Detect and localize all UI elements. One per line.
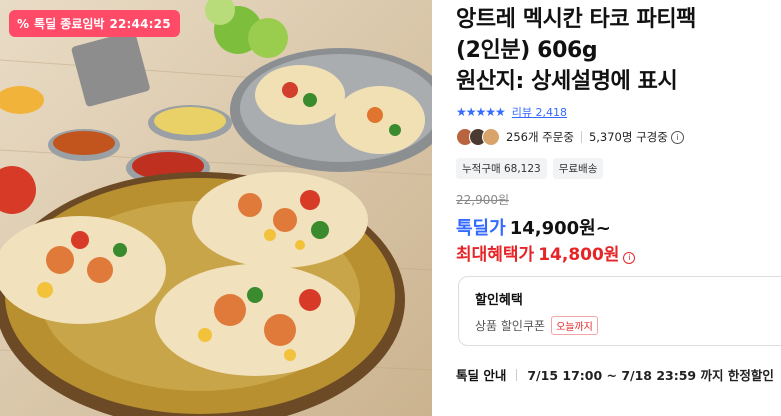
viewers-count: 5,370명 구경중 <box>588 130 668 144</box>
taco-photo-illustration <box>0 0 432 416</box>
product-title-line: 앙트레 멕시칸 타코 파티팩 <box>456 7 697 32</box>
deal-price-row: 톡딜가 14,900원~ <box>456 214 611 240</box>
deal-notice-row: 톡딜 안내 7/15 17:00 ~ 7/18 23:59 까지 한정할인 <box>456 365 774 384</box>
max-benefit-row: 최대혜택가 14,800원 i <box>456 240 636 265</box>
review-link[interactable]: 리뷰 2,418 <box>512 104 567 120</box>
percent-icon: % <box>17 16 30 31</box>
coupon-row: 상품 할인쿠폰 오늘까지 <box>475 316 598 335</box>
product-title-line: 원산지: 상세설명에 표시 <box>456 69 678 94</box>
info-icon[interactable]: i <box>670 130 684 144</box>
divider <box>516 368 518 381</box>
avatar <box>482 128 500 146</box>
social-proof-row: 256개 주문중 5,370명 구경중 i <box>456 128 684 146</box>
deal-price: 14,900원~ <box>509 218 611 239</box>
max-benefit-label: 최대혜택가 <box>456 245 535 265</box>
original-price: 22,900원 <box>456 193 510 207</box>
tag-cumulative-purchases: 누적구매 68,123 <box>456 158 547 179</box>
tag-free-shipping: 무료배송 <box>552 158 604 179</box>
discount-benefits-box[interactable]: 할인혜택 상품 할인쿠폰 오늘까지 <box>458 276 781 346</box>
coupon-deadline-badge: 오늘까지 <box>551 316 598 335</box>
rating-row: ★★★★★ 리뷰 2,418 <box>456 104 567 120</box>
product-title: 앙트레 멕시칸 타코 파티팩 (2인분) 606g 원산지: 상세설명에 표시 <box>456 4 778 97</box>
product-info-panel: 앙트레 멕시칸 타코 파티팩 (2인분) 606g 원산지: 상세설명에 표시 … <box>456 0 781 416</box>
buyer-avatars <box>456 128 500 146</box>
orders-count: 256개 주문중 <box>506 130 574 144</box>
deal-notice-text: 7/15 17:00 ~ 7/18 23:59 까지 한정할인 <box>527 368 774 383</box>
divider <box>580 131 582 143</box>
star-rating-icon: ★★★★★ <box>456 105 506 119</box>
deal-badge-label: 톡딜 종료임박 <box>34 17 105 31</box>
coupon-label: 상품 할인쿠폰 <box>475 319 546 333</box>
deal-ending-badge: % 톡딜 종료임박 22:44:25 <box>9 10 180 37</box>
discount-title: 할인혜택 <box>475 293 523 308</box>
product-title-line: (2인분) 606g <box>456 38 598 63</box>
product-tags: 누적구매 68,123 무료배송 <box>456 158 604 179</box>
product-image[interactable]: % 톡딜 종료임박 22:44:25 <box>0 0 432 416</box>
max-benefit-price: 14,800원 <box>538 245 620 265</box>
deal-timer: 22:44:25 <box>109 16 171 31</box>
info-icon[interactable]: i <box>623 251 636 264</box>
deal-price-label: 톡딜가 <box>456 218 506 239</box>
deal-notice-label: 톡딜 안내 <box>456 368 507 383</box>
